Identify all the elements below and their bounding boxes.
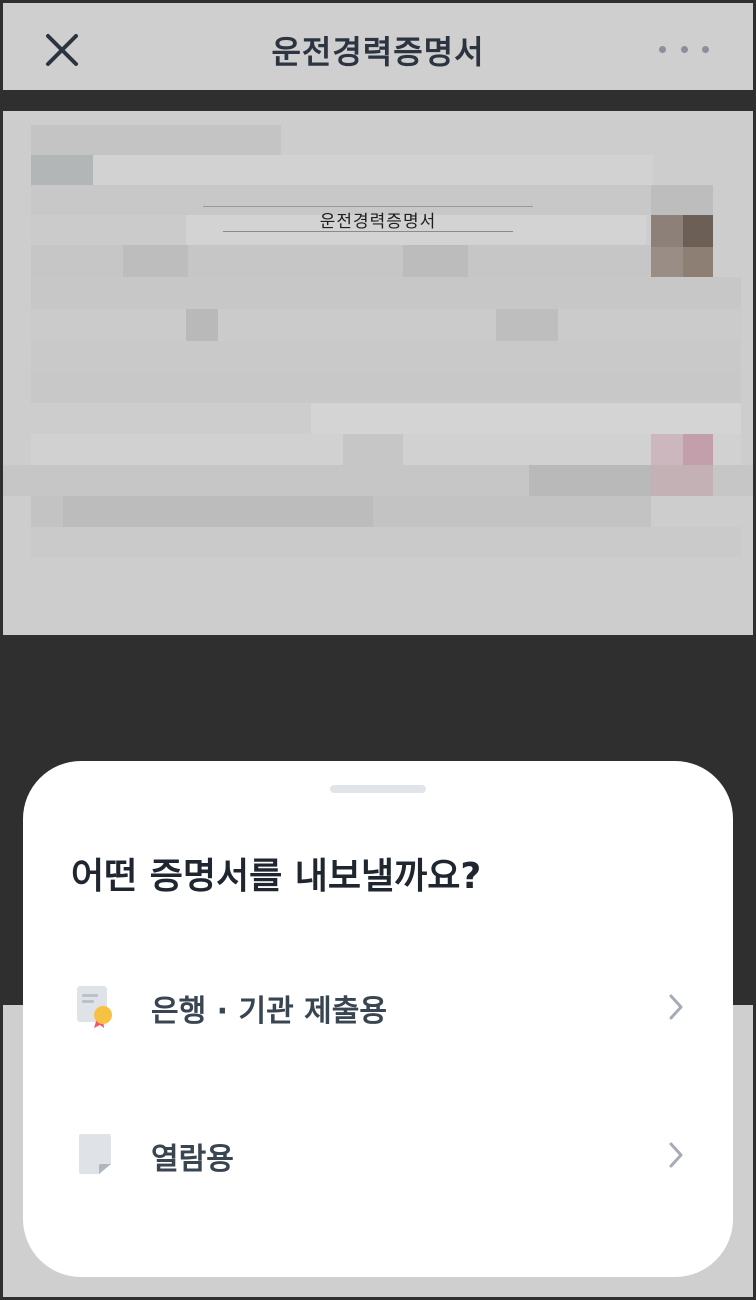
screen: 운전경력증명서 운전경력증명서 어떤 증명서를 내보낼까요? 은행 · 기관 제… <box>0 0 756 1300</box>
sheet-title: 어떤 증명서를 내보낼까요? <box>71 856 482 897</box>
chevron-right-icon <box>669 994 683 1020</box>
document-title-rule <box>223 231 513 232</box>
document-icon <box>79 1134 111 1174</box>
sheet-drag-handle[interactable] <box>330 785 426 793</box>
more-dot <box>659 45 666 53</box>
option-view-only[interactable]: 열람용 <box>23 1100 733 1210</box>
page-title: 운전경력증명서 <box>271 33 485 71</box>
top-bar: 운전경력증명서 <box>3 3 753 90</box>
option-label: 열람용 <box>151 1142 234 1177</box>
more-dot <box>680 45 688 53</box>
document-preview: 운전경력증명서 <box>3 111 753 635</box>
option-label: 은행 · 기관 제출용 <box>151 994 387 1029</box>
export-bottom-sheet: 어떤 증명서를 내보낼까요? 은행 · 기관 제출용 열람용 <box>23 761 733 1277</box>
option-bank-institution[interactable]: 은행 · 기관 제출용 <box>23 952 733 1062</box>
certificate-icon <box>77 986 112 1028</box>
more-dot <box>702 45 709 53</box>
blurred-document-image <box>3 111 753 635</box>
more-options-button[interactable] <box>659 39 709 59</box>
document-title: 운전경력증명서 <box>319 212 437 232</box>
chevron-right-icon <box>669 1142 683 1168</box>
